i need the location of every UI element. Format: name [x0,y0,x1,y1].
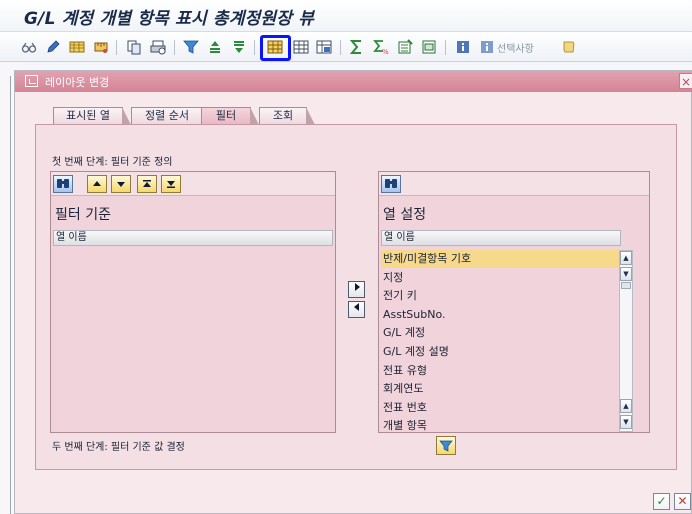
column-settings-row[interactable]: 회계연도 [381,380,621,398]
scroll-thumb[interactable] [621,282,631,289]
scroll-page-down-icon[interactable]: ▼ [620,415,632,429]
step2-label: 두 번째 단계: 필터 기준 값 결정 [52,442,185,453]
abc-icon[interactable] [420,38,437,55]
scroll-down-icon[interactable]: ▼ [620,267,632,281]
tab-displayed-columns[interactable]: 표시된 열 [53,107,131,125]
find-icon[interactable] [53,175,73,193]
window-title: G/L 계정 개별 항목 표시 총계정원장 뷰 [24,9,315,29]
move-bottom-icon[interactable] [161,175,181,193]
toolbar-separator [254,40,255,55]
column-settings-list: 열 설정 열 이름 반제/미결항목 기호 지정 전기 키 AsstSubNo. G/L … [378,171,650,433]
column-settings-title: 열 설정 [383,207,427,223]
step1-label: 첫 번째 단계: 필터 기준 정의 [52,157,173,168]
filter-apply-icon[interactable] [436,436,456,455]
print-icon[interactable] [149,38,166,55]
glasses-icon[interactable] [20,38,37,55]
column-settings-row[interactable]: 반제/미결항목 기호 [381,250,621,268]
cancel-x-icon[interactable]: ✕ [674,493,691,510]
save-layout-icon[interactable] [315,38,332,55]
column-settings-row[interactable]: 전표 번호 [381,399,621,417]
dialog-title: 레이아웃 변경 [45,76,110,89]
svg-text:%: % [382,48,389,55]
dialog-window-icon [25,75,38,87]
column-settings-row[interactable]: 지정 [381,269,621,287]
sort-descending-icon[interactable] [230,38,247,55]
sort-ascending-icon[interactable] [206,38,223,55]
selection-label[interactable]: 선택사항 [497,40,534,55]
layout-highlight-box [260,35,291,61]
filter-criteria-title: 필터 기준 [55,207,111,223]
find-icon[interactable] [381,175,401,193]
tab-view[interactable]: 조회 [259,107,315,125]
filter-tab-panel: 첫 번째 단계: 필터 기준 정의 필터 기준 열 이름 열 설정 열 이름 반… [35,124,677,470]
change-layout-dialog: 레이아웃 변경 × 표시된 열 정렬 순서 필터 조회 첫 번째 단계: 필터 … [14,70,692,514]
close-icon[interactable]: × [679,73,692,89]
column-settings-row[interactable]: 개별 항목 [381,417,621,435]
column-settings-toolbar [379,172,649,196]
column-settings-column-header[interactable]: 열 이름 [381,230,621,246]
title-bar: G/L 계정 개별 항목 표시 총계정원장 뷰 [0,0,692,32]
info2-icon[interactable] [478,38,495,55]
scroll-icon[interactable] [560,38,577,55]
column-settings-scrollbar[interactable]: ▲ ▼ ▲ ▼ [619,250,633,432]
subtotal-icon[interactable]: % [372,38,389,55]
move-down-icon[interactable] [111,175,131,193]
info-icon[interactable] [454,38,471,55]
column-settings-row[interactable]: G/L 계정 [381,324,621,342]
filter-criteria-toolbar [51,172,335,196]
move-right-icon[interactable] [348,281,365,298]
column-settings-row[interactable]: G/L 계정 설명 [381,343,621,361]
scroll-up-icon[interactable]: ▲ [620,251,632,265]
toolbar-separator [116,40,117,55]
dialog-header: 레이아웃 변경 × [15,71,692,92]
toolbar-separator [340,40,341,55]
tab-sort-order[interactable]: 정렬 순서 [131,107,211,125]
filter-icon[interactable] [182,38,199,55]
ruler-icon[interactable] [92,38,109,55]
export-icon[interactable] [396,38,413,55]
column-settings-row[interactable]: 전기 키 [381,287,621,305]
application-toolbar: % 선택사항 [0,32,692,62]
move-up-icon[interactable] [87,175,107,193]
filter-criteria-list: 필터 기준 열 이름 [50,171,336,433]
move-left-icon[interactable] [348,301,365,318]
toolbar-separator [174,40,175,55]
sum-icon[interactable] [348,38,365,55]
pencil-icon[interactable] [44,38,61,55]
column-settings-row[interactable]: 전표 유형 [381,362,621,380]
table-edit-icon[interactable] [68,38,85,55]
toolbar-separator [445,40,446,55]
copy-icon[interactable] [125,38,142,55]
tab-filter[interactable]: 필터 [201,107,259,125]
scroll-page-up-icon[interactable]: ▲ [620,399,632,413]
move-top-icon[interactable] [137,175,157,193]
filter-criteria-column-header[interactable]: 열 이름 [53,230,333,246]
confirm-check-icon[interactable]: ✓ [653,493,670,510]
column-settings-row[interactable]: AsstSubNo. [381,306,621,324]
select-layout-icon[interactable] [292,38,309,55]
